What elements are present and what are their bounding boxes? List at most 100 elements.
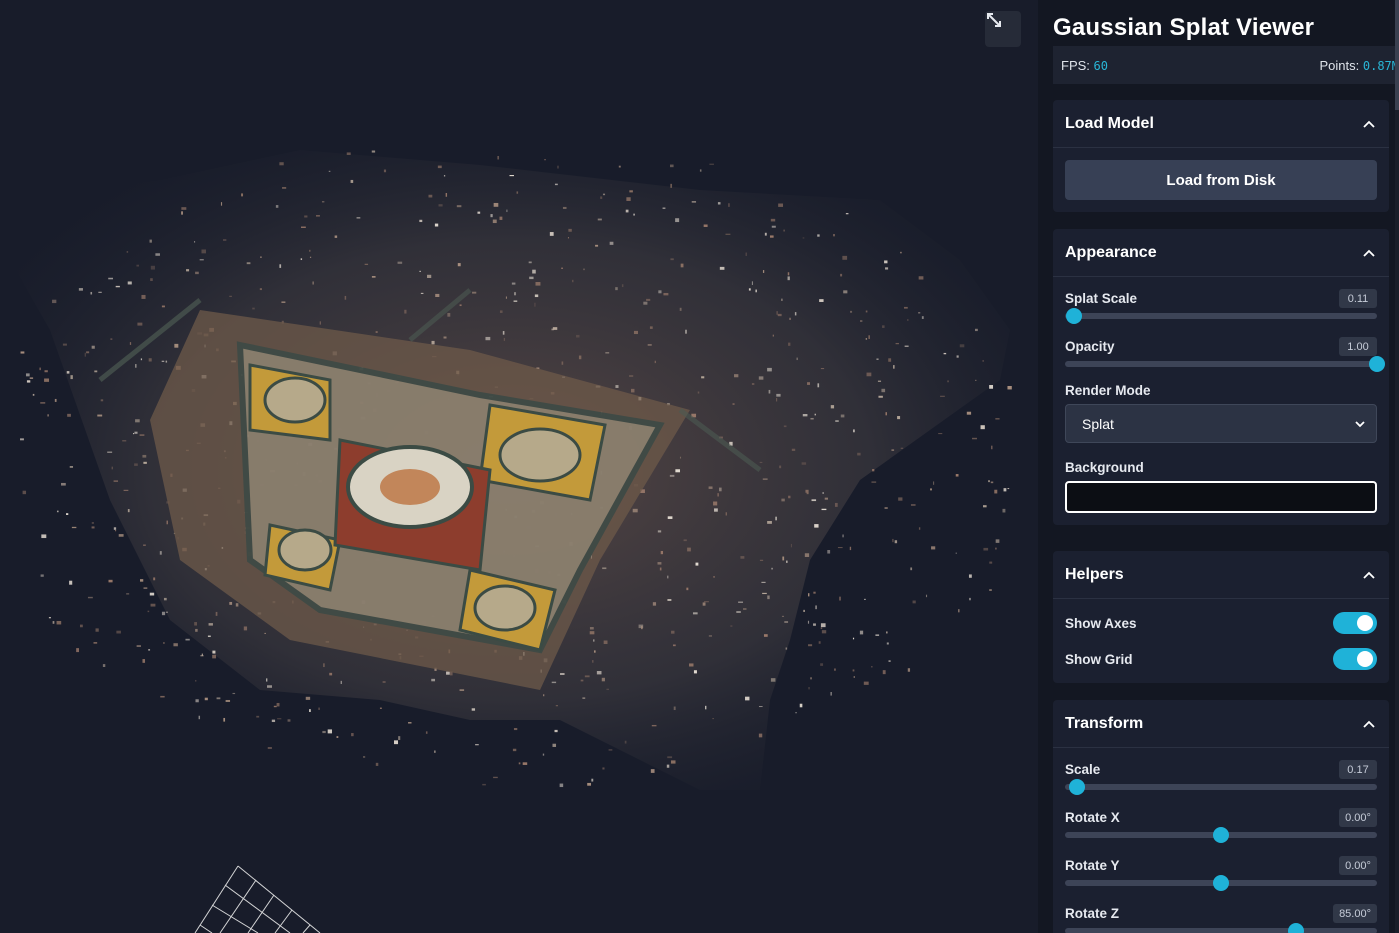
splat-point (834, 502, 838, 507)
splat-point (229, 601, 233, 605)
splat-point (241, 193, 244, 197)
splat-point (580, 679, 584, 682)
slider-thumb[interactable] (1066, 308, 1083, 324)
splat-point (282, 186, 287, 189)
splat-point (815, 605, 817, 610)
splat-point (834, 668, 836, 671)
slider-thumb[interactable] (1069, 779, 1086, 795)
splat-scale-slider[interactable] (1065, 308, 1377, 324)
splat-point (732, 403, 735, 405)
slider-thumb[interactable] (1287, 923, 1304, 933)
3d-viewport[interactable] (0, 0, 1038, 933)
splat-point (572, 279, 574, 283)
appearance-header[interactable]: Appearance (1053, 229, 1389, 277)
splat-point (431, 678, 436, 682)
fullscreen-button[interactable] (985, 11, 1021, 47)
splat-point (714, 508, 718, 512)
splat-point (679, 307, 682, 311)
splat-point (989, 385, 994, 389)
scale-slider[interactable] (1065, 779, 1377, 795)
splat-point (821, 508, 827, 511)
splat-point (583, 268, 585, 271)
splat-point (618, 165, 621, 168)
splat-point (408, 722, 412, 724)
splat-point (447, 312, 451, 317)
scrollbar-thumb[interactable] (1395, 0, 1399, 110)
load-model-section: Load Model Load from Disk (1053, 100, 1389, 212)
splat-point (79, 624, 83, 628)
splat-point (897, 416, 901, 420)
helpers-header[interactable]: Helpers (1053, 551, 1389, 599)
splat-point (649, 326, 653, 329)
splat-point (742, 608, 747, 610)
splat-point (938, 433, 943, 435)
splat-point (666, 764, 670, 768)
show-grid-toggle[interactable] (1333, 648, 1377, 670)
panel-scrollbar[interactable] (1395, 0, 1399, 933)
helpers-body: Show Axes Show Grid (1053, 599, 1389, 683)
rotate-x-label: Rotate X (1065, 810, 1120, 825)
rotate-x-slider[interactable] (1065, 827, 1377, 843)
splat-point (102, 664, 106, 667)
splat-point (983, 505, 987, 508)
splat-point (671, 630, 675, 634)
background-color-input[interactable] (1065, 481, 1377, 513)
show-axes-label: Show Axes (1065, 615, 1137, 631)
splat-point (759, 461, 763, 464)
splat-point (609, 241, 614, 245)
splat-point (647, 344, 652, 346)
splat-point (824, 497, 828, 500)
rotate-x-value: 0.00° (1339, 808, 1377, 827)
rotate-z-slider[interactable] (1065, 923, 1377, 933)
splat-scale-label: Splat Scale (1065, 291, 1138, 306)
render-mode-select[interactable]: Splat (1065, 404, 1377, 443)
splat-point (56, 510, 59, 513)
splat-point (633, 330, 638, 335)
splat-point (857, 452, 861, 456)
splat-point (66, 371, 70, 374)
splat-point (705, 705, 707, 710)
splat-point (667, 575, 669, 579)
opacity-slider[interactable] (1065, 356, 1385, 372)
splat-point (315, 215, 320, 217)
splat-point (71, 526, 77, 529)
splat-point (657, 530, 662, 533)
splat-point (534, 302, 536, 307)
splat-point (904, 345, 909, 347)
splat-point (582, 697, 586, 699)
transform-header[interactable]: Transform (1053, 700, 1389, 748)
splat-point (419, 219, 423, 223)
splat-point (363, 756, 366, 758)
splat-point (163, 597, 167, 601)
load-from-disk-button[interactable]: Load from Disk (1065, 160, 1377, 200)
splat-point (933, 481, 935, 485)
splat-point (787, 276, 790, 281)
load-model-header[interactable]: Load Model (1053, 100, 1389, 148)
splat-point (122, 440, 127, 442)
splat-point (888, 660, 891, 662)
splat-point (755, 289, 757, 293)
splat-point (675, 469, 681, 473)
splat-point (989, 589, 992, 591)
rotate-y-slider[interactable] (1065, 875, 1377, 891)
splat-point (143, 587, 148, 589)
show-axes-toggle[interactable] (1333, 612, 1377, 634)
splat-scene (10, 150, 1012, 933)
slider-thumb[interactable] (1213, 875, 1229, 891)
splat-point (660, 550, 664, 555)
slider-thumb[interactable] (1369, 356, 1385, 372)
splat-point (69, 580, 73, 585)
splat-point (764, 232, 767, 236)
splat-point (673, 706, 676, 711)
slider-thumb[interactable] (1213, 827, 1229, 843)
splat-point (497, 155, 500, 160)
splat-point (207, 635, 211, 638)
splat-point (493, 202, 499, 207)
splat-point (561, 267, 564, 269)
splat-point (76, 648, 80, 653)
splat-point (878, 395, 883, 398)
splat-point (404, 309, 407, 314)
splat-point (20, 351, 25, 354)
splat-point (532, 269, 536, 274)
splat-point (852, 637, 855, 640)
